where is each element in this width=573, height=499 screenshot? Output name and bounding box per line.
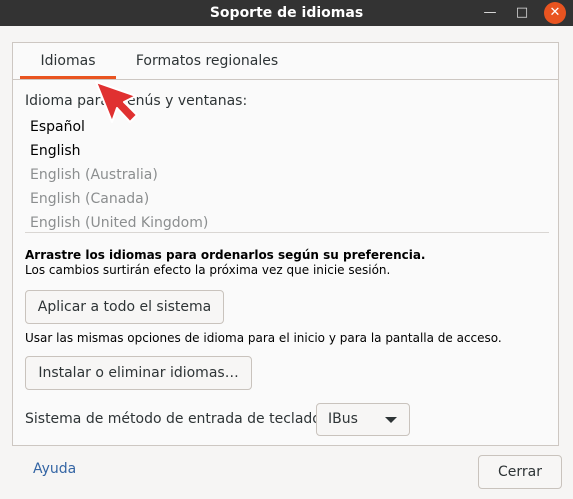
language-list[interactable]: Español English English (Australia) Engl…	[25, 115, 549, 235]
input-method-select[interactable]: IBus	[316, 403, 410, 436]
red-arrow-pointer-icon	[95, 81, 138, 123]
close-button[interactable]: Cerrar	[478, 455, 562, 489]
tab-formatos-regionales[interactable]: Formatos regionales	[125, 43, 289, 79]
apply-system-wide-button[interactable]: Aplicar a todo el sistema	[25, 290, 224, 324]
language-item-english[interactable]: English	[30, 139, 81, 163]
list-divider	[25, 232, 549, 233]
install-remove-languages-button[interactable]: Instalar o eliminar idiomas…	[25, 356, 252, 390]
tab-bar: Idiomas Formatos regionales	[13, 43, 558, 79]
help-link[interactable]: Ayuda	[33, 461, 76, 477]
language-item-english-australia[interactable]: English (Australia)	[30, 163, 158, 187]
window-titlebar: Soporte de idiomas — □ ✕	[0, 0, 573, 26]
input-method-label: Sistema de método de entrada de teclado:	[25, 411, 326, 427]
maximize-icon[interactable]: □	[512, 0, 532, 26]
restart-hint: Los cambios surtirán efecto la próxima v…	[25, 263, 391, 277]
chevron-down-icon	[385, 417, 397, 423]
apply-hint: Usar las mismas opciones de idioma para …	[25, 331, 502, 345]
language-item-english-canada[interactable]: English (Canada)	[30, 187, 149, 211]
input-method-value: IBus	[328, 411, 358, 427]
drag-hint: Arrastre los idiomas para ordenarlos seg…	[25, 248, 426, 262]
language-item-espanol[interactable]: Español	[30, 115, 85, 139]
close-icon[interactable]: ✕	[544, 2, 566, 24]
minimize-icon[interactable]: —	[480, 0, 500, 26]
tab-idiomas[interactable]: Idiomas	[20, 43, 116, 79]
